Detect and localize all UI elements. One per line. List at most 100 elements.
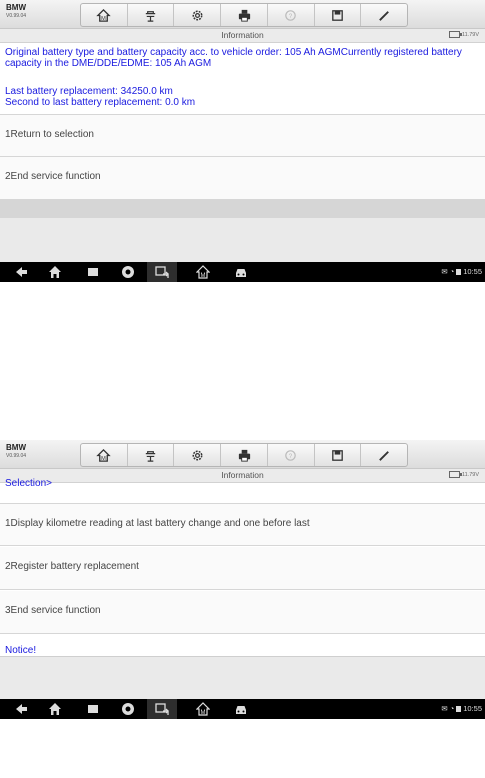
chrome-button[interactable] (121, 702, 135, 716)
info-title: Information (221, 30, 264, 40)
home-icon (49, 266, 61, 278)
toolbar-settings-button[interactable] (174, 4, 222, 26)
screen-capture-button[interactable] (155, 702, 169, 716)
selection-header: Selection> (5, 478, 52, 489)
voltage-value: 11.79V (461, 471, 479, 478)
home-icon: M (96, 448, 112, 462)
diagnostics-icon: M (195, 702, 211, 716)
print-icon (238, 449, 250, 462)
top-bar: BMW V0.99.04 M ? (0, 0, 485, 29)
home-icon (49, 703, 61, 715)
diagnostics-icon: M (195, 265, 211, 279)
status-area: ✉ ◔ 10:55 (441, 704, 482, 713)
save-icon (332, 9, 343, 21)
back-icon (16, 704, 27, 714)
option-return-to-selection[interactable]: 1Return to selection (0, 114, 485, 157)
back-icon (16, 267, 27, 277)
recent-apps-button[interactable] (86, 702, 100, 716)
home-button[interactable] (48, 702, 62, 716)
toolbar-home-button[interactable]: M (81, 444, 128, 466)
svg-text:M: M (102, 456, 107, 462)
message-last-replacement: Last battery replacement: 34250.0 km (5, 86, 173, 97)
option-end-service-function[interactable]: 3End service function (0, 591, 485, 634)
status-area: ✉ ◔ 10:55 (441, 267, 482, 276)
toolbar-home-button[interactable]: M (81, 4, 128, 26)
toolbar-print-button[interactable] (221, 444, 268, 466)
toolbar-vehicle-button[interactable] (128, 444, 175, 466)
toolbar: M ? (80, 3, 408, 27)
toolbar-save-button[interactable] (315, 444, 362, 466)
version: V0.99.04 (6, 453, 27, 459)
option-label: 2Register battery replacement (5, 561, 139, 572)
toolbar-edit-button[interactable] (361, 4, 407, 26)
message-second-last-replacement: Second to last battery replacement: 0.0 … (5, 97, 196, 108)
brand: BMW V0.99.04 (6, 4, 26, 19)
footer-area (0, 218, 485, 262)
battery-voltage: 11.79V (448, 31, 479, 38)
edit-icon (378, 10, 389, 21)
recent-apps-button[interactable] (86, 265, 100, 279)
screenshot-2: BMW V0.99.04 M ? Information 11.79V Sele… (0, 440, 485, 720)
chrome-icon (122, 266, 134, 278)
toolbar-help-button[interactable]: ? (268, 444, 315, 466)
top-bar: BMW V0.99.04 M ? (0, 440, 485, 469)
toolbar-help-button[interactable]: ? (268, 4, 315, 26)
help-icon: ? (285, 9, 297, 21)
option-end-service-function[interactable]: 2End service function (0, 157, 485, 200)
battery-icon (448, 31, 462, 38)
save-icon (332, 449, 343, 461)
recent-apps-icon (88, 268, 98, 276)
screen-capture-button[interactable] (155, 265, 169, 279)
wifi-icon: ◔ (449, 267, 455, 276)
battery-status-icon (456, 705, 462, 712)
option-label: 1Return to selection (5, 129, 94, 140)
car-button[interactable] (234, 265, 248, 279)
recent-apps-icon (88, 705, 98, 713)
voltage-value: 11.79V (461, 31, 479, 38)
battery-voltage: 11.79V (448, 471, 479, 478)
divider-band (0, 200, 485, 218)
chrome-icon (122, 703, 134, 715)
toolbar: M ? (80, 443, 408, 467)
car-icon (236, 269, 246, 277)
clock: 10:55 (463, 267, 482, 276)
option-register-battery-replacement[interactable]: 2Register battery replacement (0, 547, 485, 590)
toolbar-print-button[interactable] (221, 4, 268, 26)
option-display-km-reading[interactable]: 1Display kilometre reading at last batte… (0, 503, 485, 546)
back-button[interactable] (14, 265, 28, 279)
message-icon: ✉ (441, 267, 448, 276)
battery-icon (448, 471, 462, 478)
android-nav-bar: M ✉ ◔ 10:55 (0, 262, 485, 282)
option-label: 3End service function (5, 605, 101, 616)
option-label: 1Display kilometre reading at last batte… (5, 518, 310, 529)
back-button[interactable] (14, 702, 28, 716)
settings-icon (192, 10, 203, 20)
wifi-icon: ◔ (449, 704, 455, 713)
brand-name: BMW (6, 3, 26, 12)
svg-text:M: M (102, 16, 107, 22)
svg-text:M: M (201, 273, 206, 279)
toolbar-edit-button[interactable] (361, 444, 407, 466)
chrome-button[interactable] (121, 265, 135, 279)
message-capacity: Original battery type and battery capaci… (5, 47, 462, 69)
info-bar: Information 11.79V (0, 29, 485, 43)
notice-text: Notice! (5, 645, 37, 656)
screen-capture-icon (155, 703, 169, 715)
toolbar-vehicle-button[interactable] (128, 4, 175, 26)
svg-text:?: ? (289, 452, 293, 459)
version: V0.99.04 (6, 13, 27, 19)
diagnostics-button[interactable]: M (195, 702, 211, 716)
edit-icon (378, 450, 389, 461)
toolbar-save-button[interactable] (315, 4, 362, 26)
vehicle-lift-icon (145, 10, 156, 22)
vehicle-lift-icon (145, 450, 156, 462)
settings-icon (192, 450, 203, 460)
car-icon (236, 706, 246, 714)
car-button[interactable] (234, 702, 248, 716)
toolbar-settings-button[interactable] (174, 444, 222, 466)
home-button[interactable] (48, 265, 62, 279)
diagnostics-button[interactable]: M (195, 265, 211, 279)
android-nav-bar: M ✉ ◔ 10:55 (0, 699, 485, 719)
help-icon: ? (285, 449, 297, 461)
option-label: 2End service function (5, 171, 101, 182)
